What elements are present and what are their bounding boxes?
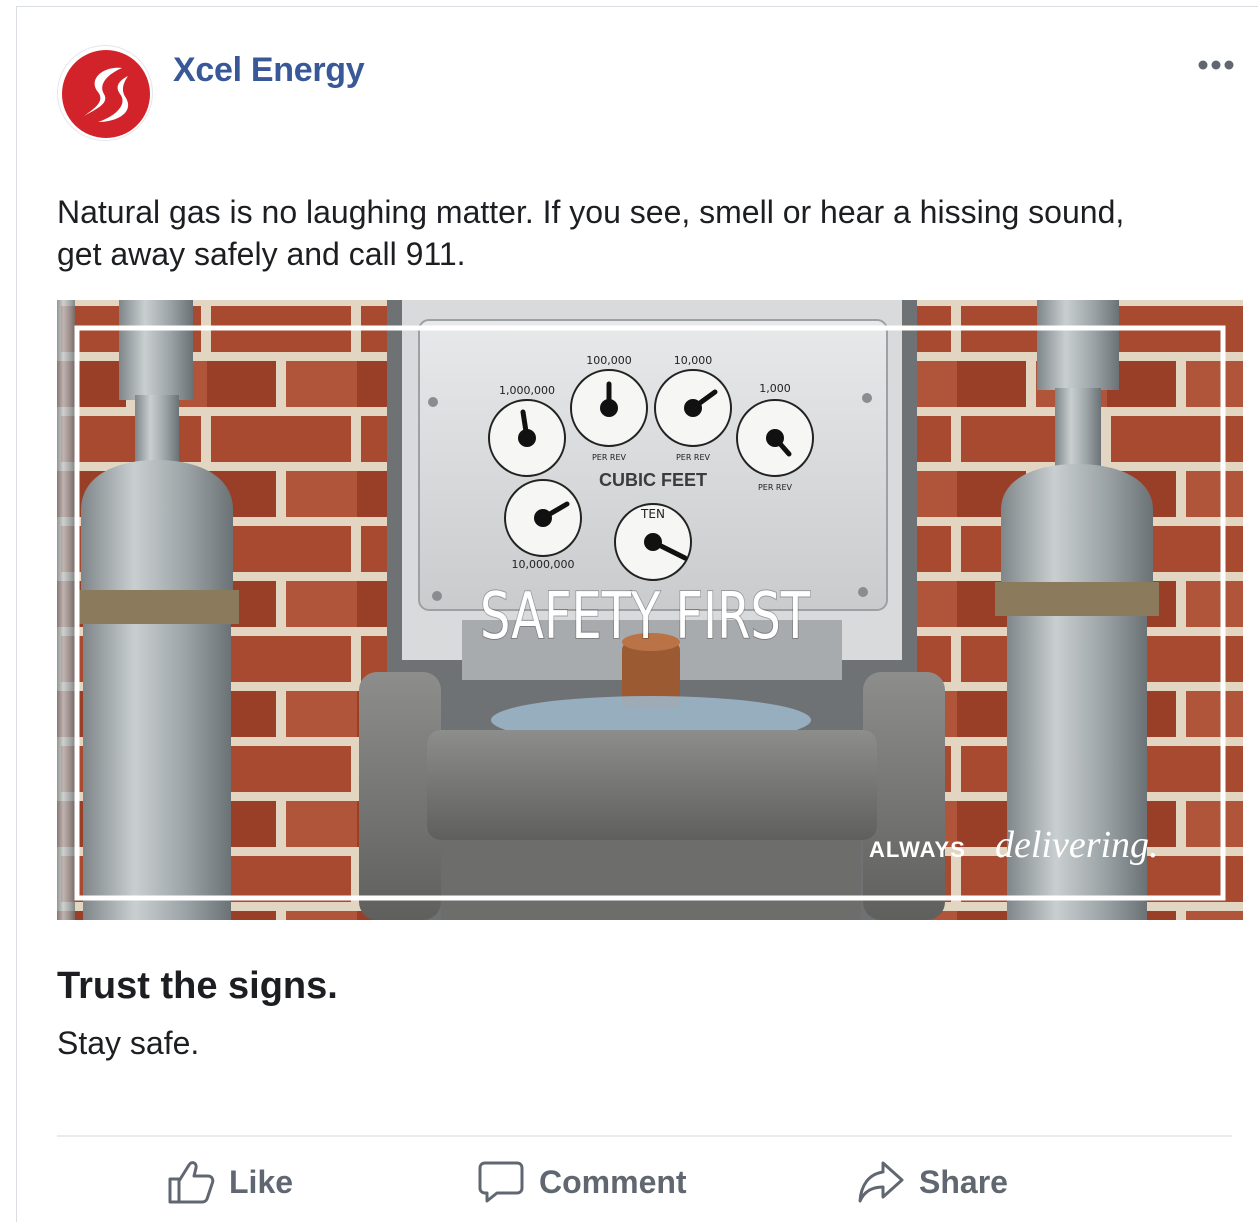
test-dial-label: TEN	[640, 507, 665, 521]
share-arrow-icon	[858, 1161, 904, 1203]
post-card: Xcel Energy Natural gas is no laughing m…	[16, 6, 1258, 1222]
dial-sublabel: PER REV	[758, 483, 793, 492]
more-options-button[interactable]	[1194, 47, 1238, 83]
meter-label: CUBIC FEET	[599, 470, 707, 490]
thumbs-up-icon	[168, 1161, 215, 1204]
link-headline[interactable]: Trust the signs.	[57, 965, 338, 1008]
dial-unit-label: 1,000	[759, 382, 791, 395]
like-label: Like	[229, 1163, 294, 1200]
dial-unit-label: 100,000	[586, 354, 632, 367]
post-text: Natural gas is no laughing matter. If yo…	[57, 194, 1125, 272]
comment-label: Comment	[539, 1163, 687, 1200]
xcel-energy-logo	[62, 50, 150, 138]
overlay-title: SAFETY FIRST	[480, 580, 811, 654]
tagline-caps: ALWAYS	[869, 837, 966, 862]
comment-button[interactable]: Comment	[477, 1155, 687, 1209]
post-image[interactable]: 1,000,000 100,000 10,000 1,000 10,000,00…	[57, 300, 1243, 920]
share-label: Share	[919, 1163, 1008, 1200]
dial-sublabel: PER REV	[676, 453, 711, 462]
dial-unit-label: 10,000	[674, 354, 713, 367]
page-name-link[interactable]: Xcel Energy	[173, 51, 365, 90]
speech-bubble-icon	[478, 1161, 524, 1203]
actions-divider	[57, 1135, 1232, 1137]
like-button[interactable]: Like	[167, 1155, 293, 1209]
more-options-icon	[1198, 60, 1234, 70]
page-avatar[interactable]	[57, 45, 153, 141]
dial-unit-label: 1,000,000	[499, 384, 555, 397]
link-description: Stay safe.	[57, 1025, 200, 1061]
dial-unit-label: 10,000,000	[512, 558, 575, 571]
share-button[interactable]: Share	[857, 1155, 1008, 1209]
dial-sublabel: PER REV	[592, 453, 627, 462]
action-bar: Like Comment Share	[57, 1147, 1232, 1217]
tagline-script: delivering.	[995, 824, 1159, 866]
